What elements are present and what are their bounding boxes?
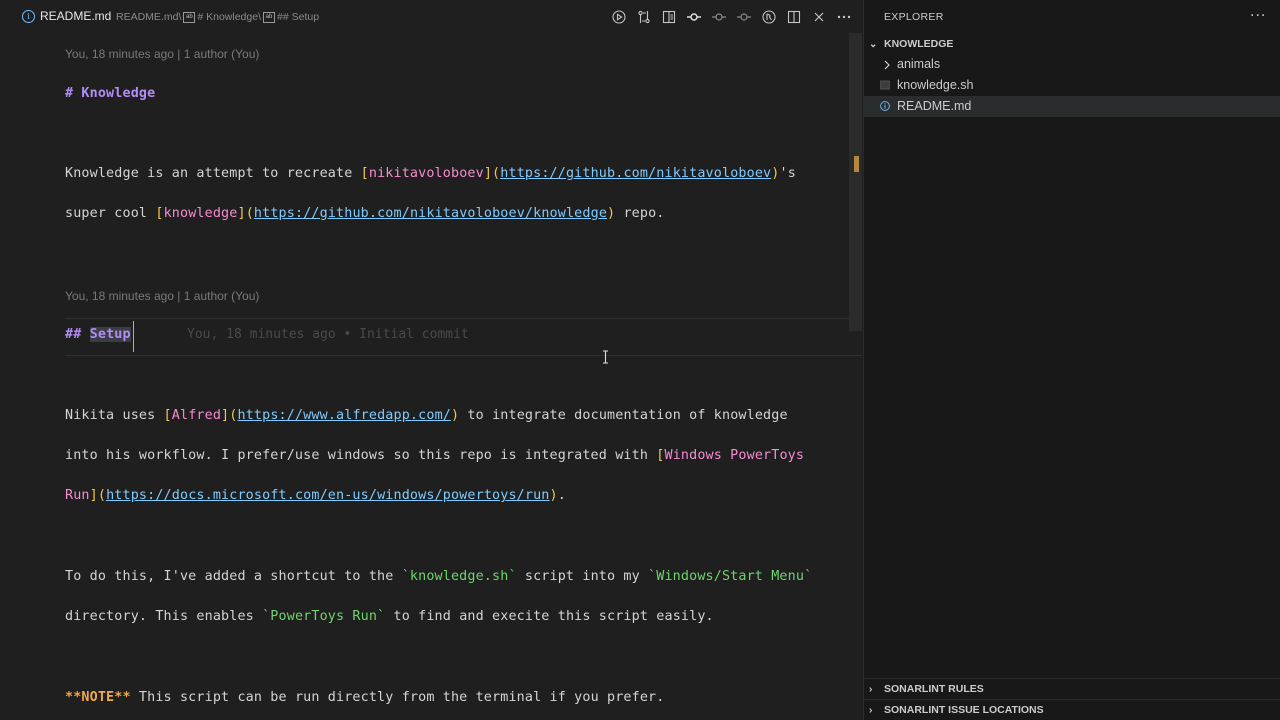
blame-toggle-icon[interactable] xyxy=(756,7,781,27)
text-line: Run](https://docs.microsoft.com/en-us/wi… xyxy=(65,488,566,503)
section-sonarlint-issue-locations[interactable]: › SONARLINT ISSUE LOCATIONS xyxy=(869,704,1044,716)
text-line: Nikita uses [Alfred](https://www.alfreda… xyxy=(65,408,788,423)
ibeam-cursor-icon xyxy=(603,350,608,364)
link-url[interactable]: https://github.com/nikitavoloboev xyxy=(500,166,771,181)
tree-item-label: README.md xyxy=(897,99,972,113)
more-actions-icon[interactable]: ··· xyxy=(1250,8,1266,24)
info-icon: i xyxy=(22,10,35,23)
scrollbar-change-marker xyxy=(854,156,859,172)
inline-blame: You, 18 minutes ago • Initial commit xyxy=(187,327,469,342)
breadcrumb-heading-knowledge[interactable]: # Knowledge xyxy=(197,11,258,23)
explorer-title: EXPLORER xyxy=(884,11,944,23)
text-line: into his workflow. I prefer/use windows … xyxy=(65,448,805,463)
heading-setup[interactable]: ## Setup xyxy=(65,327,131,342)
text-cursor xyxy=(133,321,134,352)
editor-pane: i README.md README.md \ ab # Knowledge \… xyxy=(0,0,863,720)
tab-readme[interactable]: README.md xyxy=(40,9,111,23)
codelens-blame[interactable]: You, 18 minutes ago | 1 author (You) xyxy=(65,47,259,61)
link-url[interactable]: https://github.com/nikitavoloboev/knowle… xyxy=(254,206,607,221)
info-icon xyxy=(880,101,890,111)
breadcrumb-heading-setup[interactable]: ## Setup xyxy=(277,11,319,23)
inline-code: `knowledge.sh` xyxy=(401,569,517,584)
breadcrumb-file[interactable]: README.md xyxy=(116,11,178,23)
git-next-icon[interactable] xyxy=(731,7,756,27)
breadcrumb-separator: \ xyxy=(178,11,182,23)
split-editor-icon[interactable] xyxy=(781,7,806,27)
breadcrumb[interactable]: README.md \ ab # Knowledge \ ab ## Setup xyxy=(116,11,319,23)
note-bold: **NOTE** xyxy=(65,690,131,705)
divider xyxy=(864,699,1280,700)
chevron-down-icon: ⌄ xyxy=(869,38,878,50)
section-sonarlint-rules[interactable]: › SONARLINT RULES xyxy=(869,683,984,695)
heading-knowledge: # Knowledge xyxy=(65,86,156,101)
symbol-string-icon: ab xyxy=(183,11,196,23)
tree-item-animals[interactable]: animals xyxy=(864,54,1280,75)
inline-code: `Windows/Start Menu` xyxy=(648,569,813,584)
link-url[interactable]: https://docs.microsoft.com/en-us/windows… xyxy=(106,488,549,503)
selected-text: Setup xyxy=(89,327,131,342)
run-icon[interactable] xyxy=(606,7,631,27)
chevron-right-icon: › xyxy=(869,704,873,716)
tree-item-knowledge-sh[interactable]: knowledge.sh xyxy=(864,75,1280,96)
folder-section-knowledge[interactable]: ⌄ KNOWLEDGE xyxy=(869,38,953,50)
tree-item-label: knowledge.sh xyxy=(897,78,974,92)
tree-item-readme[interactable]: README.md xyxy=(864,96,1280,117)
git-previous-icon[interactable] xyxy=(706,7,731,27)
close-icon[interactable] xyxy=(806,7,831,27)
more-actions-icon[interactable] xyxy=(831,7,856,27)
text-line: super cool [knowledge](https://github.co… xyxy=(65,206,665,221)
breadcrumb-separator: \ xyxy=(258,11,261,23)
codelens-blame[interactable]: You, 18 minutes ago | 1 author (You) xyxy=(65,289,259,303)
open-preview-icon[interactable] xyxy=(656,7,681,27)
shell-file-icon xyxy=(880,80,890,90)
tree-item-label: animals xyxy=(897,57,941,71)
link-url[interactable]: https://www.alfredapp.com/ xyxy=(237,408,451,423)
symbol-string-icon: ab xyxy=(263,11,275,23)
text-line: To do this, I've added a shortcut to the… xyxy=(65,569,813,584)
editor-scrollbar[interactable] xyxy=(849,33,862,331)
inline-code: `PowerToys Run` xyxy=(262,609,386,624)
text-line: directory. This enables `PowerToys Run` … xyxy=(65,609,714,624)
compare-changes-icon[interactable] xyxy=(631,7,656,27)
editor-tab-bar: i README.md README.md \ ab # Knowledge \… xyxy=(0,0,863,33)
editor-actions xyxy=(606,7,856,27)
text-line: **NOTE** This script can be run directly… xyxy=(65,690,665,705)
text-line: Knowledge is an attempt to recreate [nik… xyxy=(65,166,796,181)
divider xyxy=(864,678,1280,679)
chevron-right-icon xyxy=(884,60,890,70)
chevron-right-icon: › xyxy=(869,683,873,695)
explorer-sidebar: EXPLORER ··· ⌄ KNOWLEDGE animals knowled… xyxy=(863,0,1280,720)
git-commit-icon[interactable] xyxy=(681,7,706,27)
